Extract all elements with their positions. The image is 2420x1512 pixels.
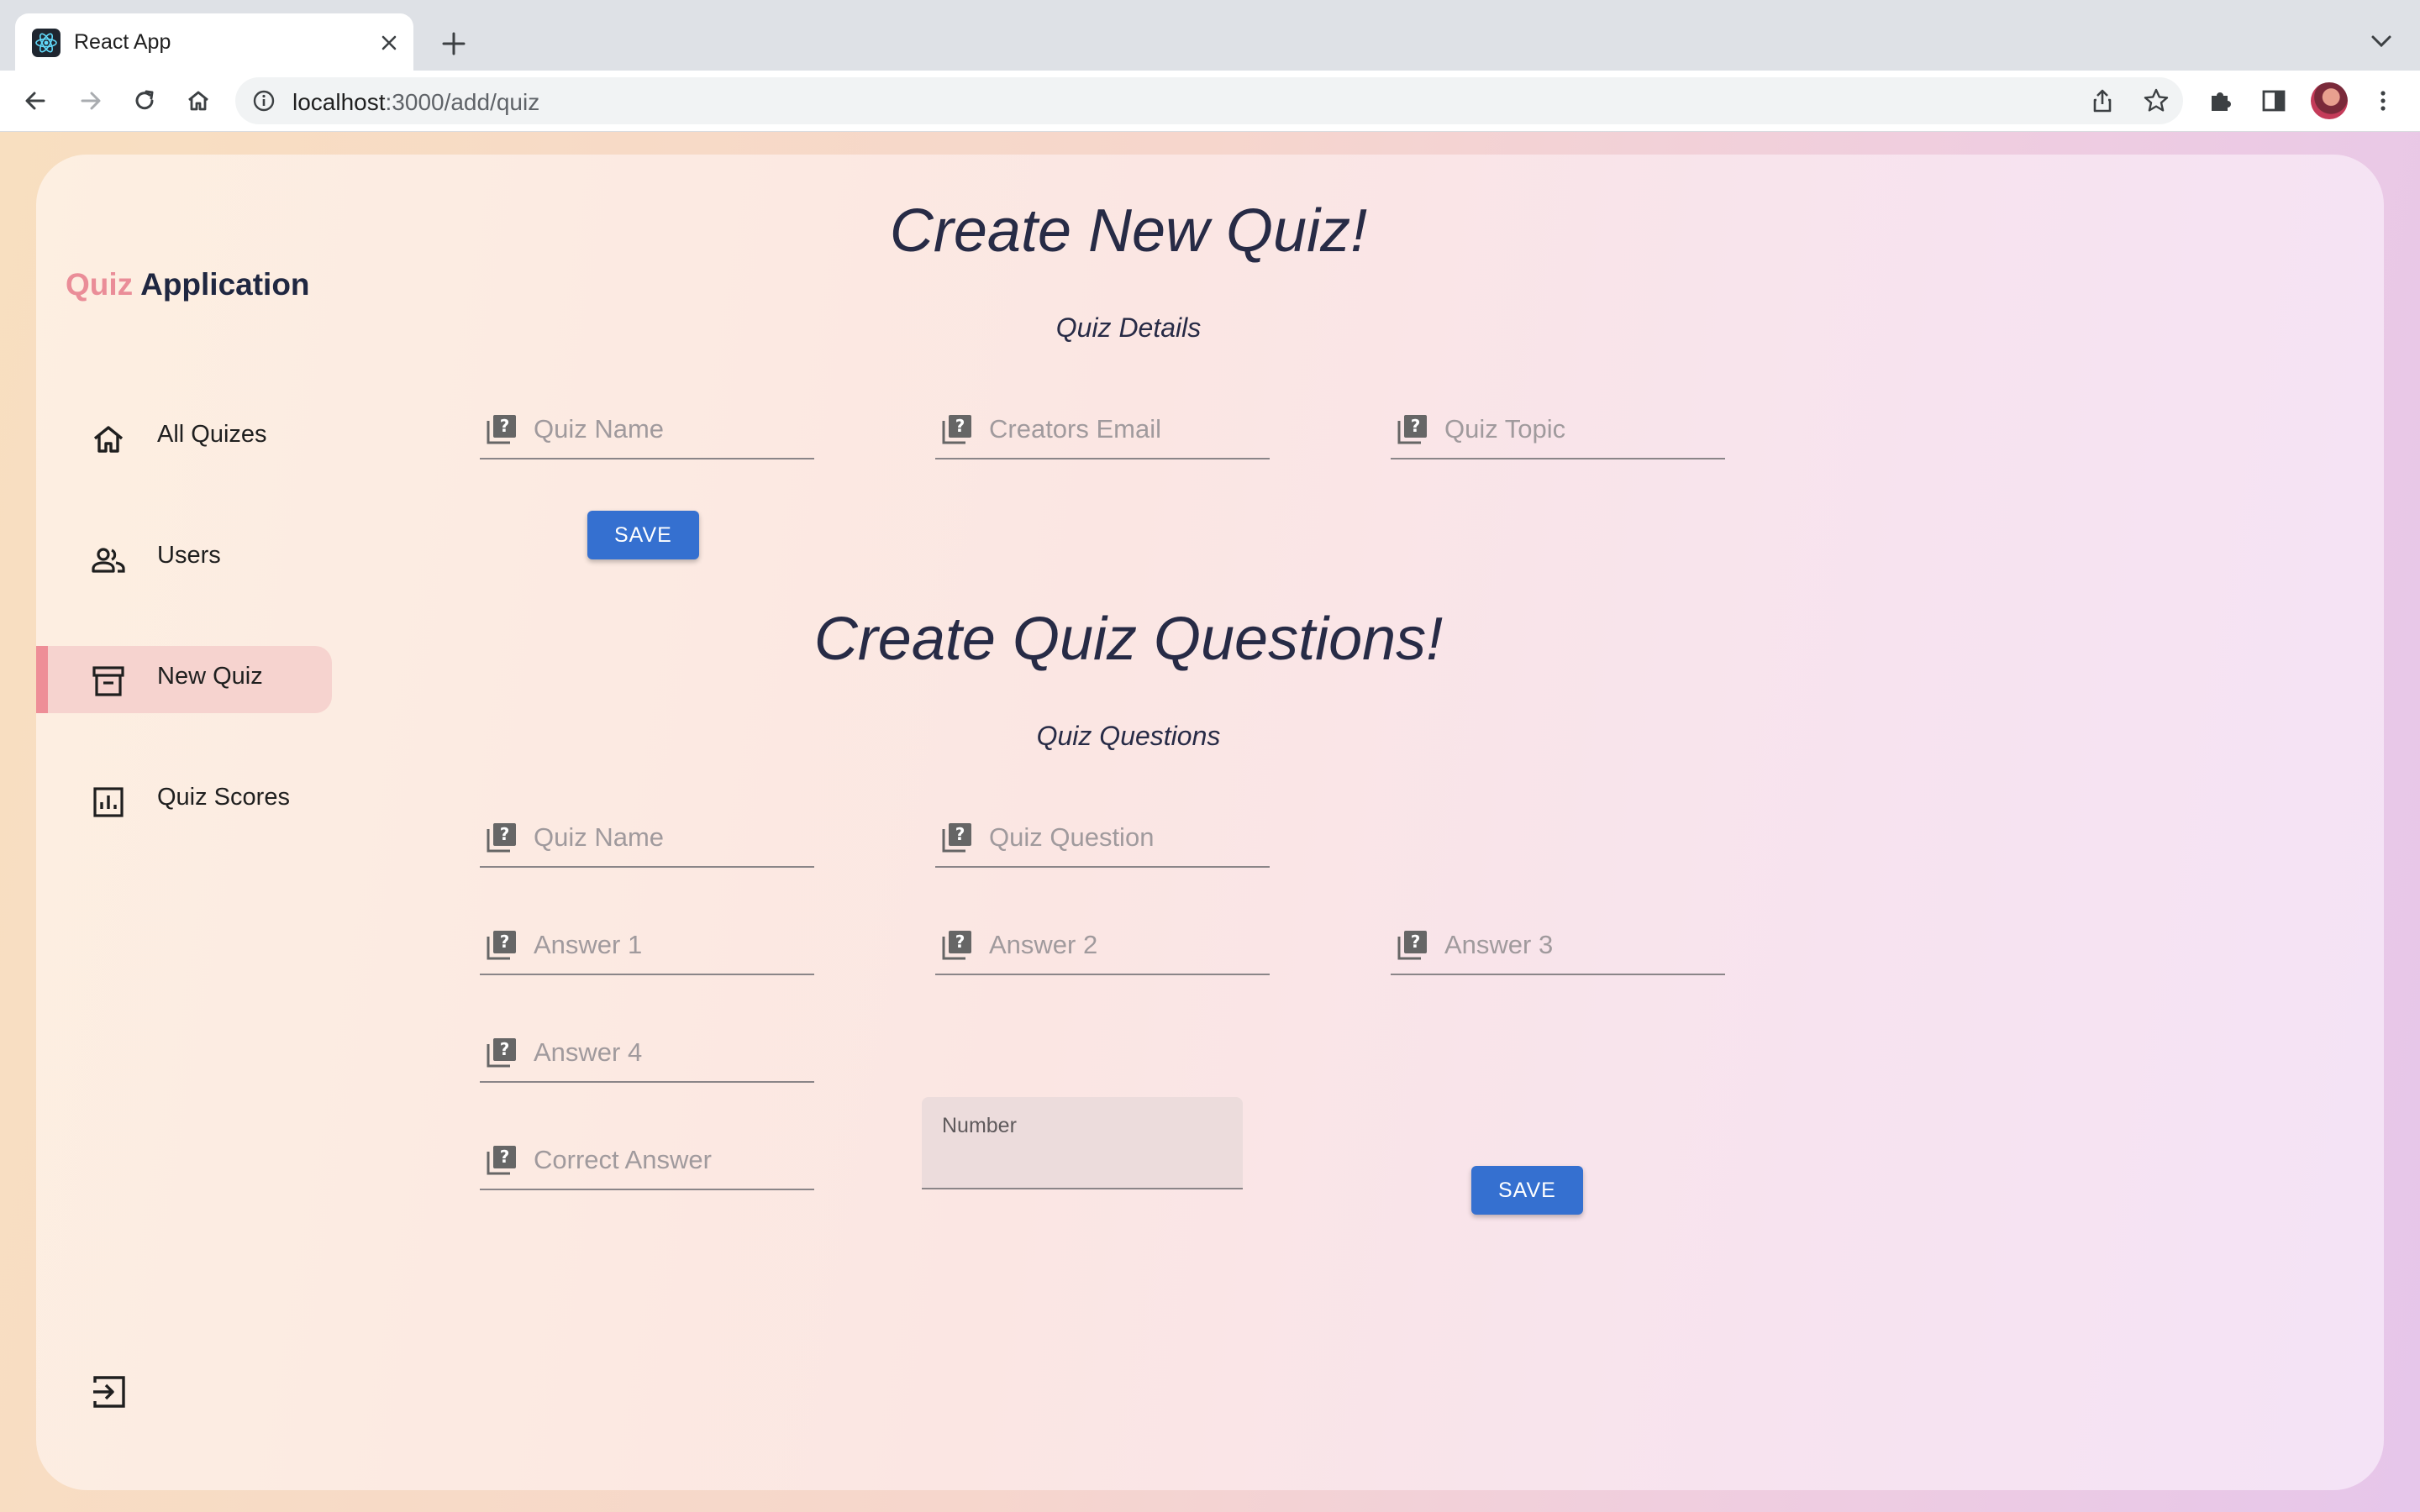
sidebar-item-users[interactable]: Users [36,525,332,592]
sidebar-item-new-quiz[interactable]: New Quiz [36,646,332,713]
app-card: Quiz Application All Quizes Users New Qu… [36,155,2384,1490]
question-form-subtitle: Quiz Questions [1036,721,1221,751]
answer-2-input[interactable] [989,925,1266,965]
quiz-topic-field[interactable]: ? [1391,406,1725,459]
side-panel-icon[interactable] [2259,86,2289,116]
app-brand: Quiz Application [66,267,310,302]
number-input[interactable] [942,1146,1223,1181]
sidebar-item-label: Users [157,542,221,569]
quiz-question-field[interactable]: ? [935,814,1270,868]
creators-email-input[interactable] [989,409,1266,449]
save-question-button[interactable]: SAVE [1471,1166,1583,1215]
quiz-form-subtitle: Quiz Details [1055,312,1202,343]
home-icon [90,421,127,458]
save-quiz-button[interactable]: SAVE [587,511,699,559]
brand-name: Application [140,267,310,302]
home-icon[interactable] [183,86,213,116]
quiz-help-icon: ? [940,412,974,446]
back-arrow-icon[interactable] [20,86,50,116]
svg-text:?: ? [500,1039,510,1059]
close-tab-icon[interactable] [375,29,403,57]
quiz-help-icon: ? [1396,412,1429,446]
svg-text:?: ? [500,824,510,844]
svg-text:?: ? [500,416,510,436]
svg-text:?: ? [500,1147,510,1167]
logout-icon[interactable] [90,1373,129,1411]
svg-text:?: ? [955,824,965,844]
address-bar[interactable]: localhost:3000/add/quiz [235,77,2183,124]
more-vertical-icon[interactable] [2368,86,2398,116]
correct-answer-input[interactable] [534,1140,811,1180]
answer-1-input[interactable] [534,925,811,965]
quiz-form-title: Create New Quiz! [889,197,1368,265]
users-icon [90,542,127,579]
number-field[interactable]: Number [922,1097,1243,1189]
answer-3-field[interactable]: ? [1391,921,1725,975]
quiz-help-icon: ? [485,1036,518,1069]
browser-tab[interactable]: React App [15,13,413,71]
number-field-label: Number [942,1114,1017,1137]
quiz-help-icon: ? [940,928,974,962]
svg-text:?: ? [955,932,965,952]
browser-tabstrip: React App [0,0,2420,71]
answer-1-field[interactable]: ? [480,921,814,975]
info-icon[interactable] [250,87,277,114]
profile-avatar[interactable] [2311,82,2348,119]
extensions-puzzle-icon[interactable] [2205,86,2235,116]
quiz-question-input[interactable] [989,817,1266,858]
brand-accent: Quiz [66,267,134,302]
answer-3-input[interactable] [1444,925,1722,965]
url-text: localhost:3000/add/quiz [292,89,539,116]
star-bookmark-icon[interactable] [2141,86,2171,116]
archive-box-icon [90,663,127,700]
forward-arrow-icon[interactable] [76,86,106,116]
answer-2-field[interactable]: ? [935,921,1270,975]
question-form-title: Create Quiz Questions! [813,606,1444,673]
browser-toolbar: localhost:3000/add/quiz [0,71,2420,132]
chevron-down-icon[interactable] [2366,29,2396,54]
share-icon[interactable] [2087,86,2118,116]
quiz-help-icon: ? [485,412,518,446]
quiz-help-icon: ? [1396,928,1429,962]
answer-4-field[interactable]: ? [480,1029,814,1083]
svg-text:?: ? [955,416,965,436]
sidebar-item-label: New Quiz [157,663,263,690]
svg-text:?: ? [500,932,510,952]
bar-chart-icon [90,784,127,821]
reload-icon[interactable] [129,86,160,116]
question-quiz-name-field[interactable]: ? [480,814,814,868]
creators-email-field[interactable]: ? [935,406,1270,459]
react-favicon-icon [32,29,60,57]
quiz-help-icon: ? [485,928,518,962]
svg-text:?: ? [1411,932,1421,952]
quiz-topic-input[interactable] [1444,409,1722,449]
new-tab-icon[interactable] [437,27,471,60]
question-quiz-name-input[interactable] [534,817,811,858]
correct-answer-field[interactable]: ? [480,1137,814,1190]
quiz-help-icon: ? [485,1143,518,1177]
url-host: localhost [292,89,386,115]
sidebar-item-label: Quiz Scores [157,784,290,811]
page-viewport: Quiz Application All Quizes Users New Qu… [0,132,2420,1512]
quiz-name-field[interactable]: ? [480,406,814,459]
sidebar-item-all-quizes[interactable]: All Quizes [36,404,332,471]
quiz-help-icon: ? [485,821,518,854]
svg-text:?: ? [1411,416,1421,436]
sidebar-item-label: All Quizes [157,421,267,448]
quiz-name-input[interactable] [534,409,811,449]
answer-4-input[interactable] [534,1032,811,1073]
quiz-help-icon: ? [940,821,974,854]
tab-title: React App [74,30,171,54]
url-path: :3000/add/quiz [385,89,540,115]
sidebar-item-quiz-scores[interactable]: Quiz Scores [36,767,332,834]
